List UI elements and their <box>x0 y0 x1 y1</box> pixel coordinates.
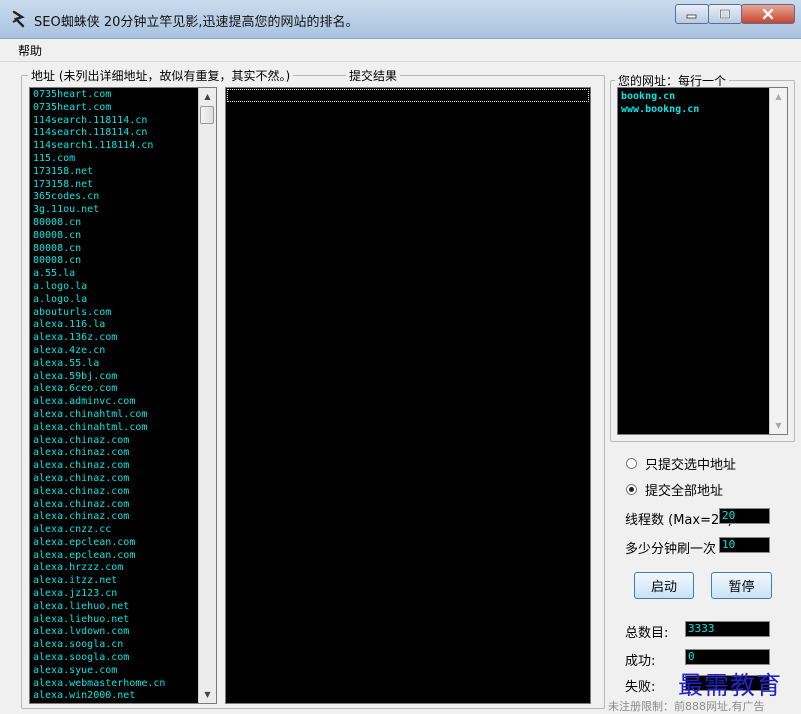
window-title: SEO蜘蛛侠 20分钟立竿见影,迅速提高您的网站的排名。 <box>34 15 359 30</box>
address-list-item[interactable]: alexa.jz123.cn <box>30 588 216 601</box>
address-list-item[interactable]: alexa.chinaz.com <box>30 473 216 486</box>
address-list-item[interactable]: alexa.win2000.net <box>30 690 216 703</box>
address-list-item[interactable]: alexa.liehuo.net <box>30 601 216 614</box>
address-list-item[interactable]: 3g.11ou.net <box>30 204 216 217</box>
address-list-item[interactable]: 0735heart.com <box>30 89 216 102</box>
address-list-item[interactable]: alexa.chinaz.com <box>30 460 216 473</box>
urls-scroll-down-icon[interactable]: ▼ <box>770 417 787 434</box>
interval-input[interactable]: 10 <box>719 537 770 553</box>
address-list-item[interactable]: a.55.la <box>30 268 216 281</box>
address-list-item[interactable]: alexa.chinaz.com <box>30 499 216 512</box>
address-list-item[interactable]: alexa.epclean.com <box>30 550 216 563</box>
radio-selected-indicator[interactable] <box>626 458 637 469</box>
pause-button[interactable]: 暂停 <box>711 572 772 599</box>
menu-bar: 帮助 <box>0 39 801 62</box>
threads-input[interactable]: 20 <box>719 508 770 524</box>
maximize-icon <box>719 9 731 19</box>
address-list-item[interactable]: alexa.chinaz.com <box>30 447 216 460</box>
spider-app-icon <box>12 10 25 28</box>
address-list-item[interactable]: alexa.adminvc.com <box>30 396 216 409</box>
address-list-item[interactable]: 114search1.118114.cn <box>30 140 216 153</box>
address-list-item[interactable]: alexa.59bj.com <box>30 371 216 384</box>
window-controls <box>675 4 795 26</box>
radio-submit-selected[interactable]: 只提交选中地址 <box>626 454 736 473</box>
minimize-icon <box>686 14 697 19</box>
radio-all-indicator[interactable] <box>626 484 637 495</box>
scroll-thumb[interactable] <box>200 106 214 124</box>
address-list-item[interactable]: a.logo.la <box>30 294 216 307</box>
address-list-item[interactable]: 114search.118114.cn <box>30 115 216 128</box>
radio-submit-all[interactable]: 提交全部地址 <box>626 480 723 499</box>
total-label: 总数目: <box>625 626 669 641</box>
address-list-item[interactable]: alexa.lvdown.com <box>30 626 216 639</box>
address-list-item[interactable]: 365codes.cn <box>30 191 216 204</box>
address-list-item[interactable]: 0735heart.com <box>30 102 216 115</box>
address-list-item[interactable]: 80008.cn <box>30 255 216 268</box>
close-icon <box>762 8 774 20</box>
address-list-item[interactable]: alexa.chinaz.com <box>30 511 216 524</box>
address-list-item[interactable]: abouturls.com <box>30 307 216 320</box>
title-bar[interactable]: SEO蜘蛛侠 20分钟立竿见影,迅速提高您的网站的排名。 <box>0 0 801 39</box>
maximize-button[interactable] <box>708 4 742 24</box>
address-list-item[interactable]: alexa.chinaz.com <box>30 486 216 499</box>
your-urls-textarea[interactable]: bookng.cn www.bookng.cn ▲ ▼ <box>617 87 788 435</box>
fail-label: 失败: <box>625 680 656 695</box>
watermark-logo: 最需教育 <box>678 671 783 700</box>
success-value: 0 <box>685 649 770 665</box>
address-list-item[interactable]: alexa.136z.com <box>30 332 216 345</box>
address-list-item[interactable]: alexa.chinaz.com <box>30 435 216 448</box>
results-selected-row[interactable] <box>227 89 589 102</box>
address-list-item[interactable]: alexa.itzz.net <box>30 575 216 588</box>
menu-help[interactable]: 帮助 <box>18 42 42 59</box>
address-list-item[interactable]: alexa.cnzz.cc <box>30 524 216 537</box>
registration-notice: 未注册限制：前888网址,有广告 <box>608 700 765 713</box>
your-url-line: bookng.cn <box>621 91 676 102</box>
address-list-item[interactable]: 173158.net <box>30 166 216 179</box>
address-list-item[interactable]: alexa.syue.com <box>30 665 216 678</box>
address-list-item[interactable]: alexa.6ceo.com <box>30 383 216 396</box>
scroll-up-icon[interactable]: ▲ <box>199 88 216 105</box>
minimize-button[interactable] <box>675 4 709 24</box>
results-list[interactable] <box>225 87 591 704</box>
your-urls-items: bookng.cn www.bookng.cn <box>618 88 787 116</box>
address-list-item[interactable]: a.logo.la <box>30 281 216 294</box>
address-list-scrollbar[interactable]: ▲ ▼ <box>198 88 216 703</box>
close-button[interactable] <box>741 4 795 24</box>
your-urls-scrollbar[interactable]: ▲ ▼ <box>769 88 787 434</box>
address-list-item[interactable]: 80008.cn <box>30 217 216 230</box>
address-list-item[interactable]: 80008.cn <box>30 243 216 256</box>
your-url-line: www.bookng.cn <box>621 104 700 115</box>
address-list[interactable]: 0735heart.com 0735heart.com 114search.1181… <box>29 87 217 704</box>
address-list-item[interactable]: alexa.55.la <box>30 358 216 371</box>
address-list-item[interactable]: alexa.hrzzz.com <box>30 562 216 575</box>
address-list-item[interactable]: alexa.soogla.com <box>30 652 216 665</box>
success-label: 成功: <box>625 654 656 669</box>
address-list-item[interactable]: 173158.net <box>30 179 216 192</box>
address-list-item[interactable]: alexa.116.la <box>30 319 216 332</box>
address-list-item[interactable]: alexa.epclean.com <box>30 537 216 550</box>
address-list-item[interactable]: alexa.chinahtml.com <box>30 409 216 422</box>
urls-scroll-up-icon[interactable]: ▲ <box>770 88 787 105</box>
address-list-item[interactable]: alexa.soogla.cn <box>30 639 216 652</box>
address-list-item[interactable]: alexa.liehuo.net <box>30 614 216 627</box>
address-list-item[interactable]: alexa.webmasterhome.cn <box>30 678 216 691</box>
start-button[interactable]: 启动 <box>634 572 694 599</box>
address-list-item[interactable]: 115.com <box>30 153 216 166</box>
results-group-label: 提交结果 <box>346 67 401 84</box>
radio-submit-all-label: 提交全部地址 <box>645 484 724 499</box>
address-list-item[interactable]: 114search.118114.cn <box>30 127 216 140</box>
total-value: 3333 <box>685 621 770 637</box>
address-group-label: 地址 (未列出详细地址，故似有重复，其实不然。) <box>28 67 294 84</box>
radio-submit-selected-label: 只提交选中地址 <box>645 458 737 473</box>
scroll-down-icon[interactable]: ▼ <box>199 686 216 703</box>
address-list-item[interactable]: 80008.cn <box>30 230 216 243</box>
address-list-item[interactable]: alexa.chinahtml.com <box>30 422 216 435</box>
address-list-items: 0735heart.com 0735heart.com 114search.1181… <box>30 88 216 703</box>
address-list-item[interactable]: alexa.4ze.cn <box>30 345 216 358</box>
interval-label: 多少分钟刷一次 <box>625 542 717 557</box>
